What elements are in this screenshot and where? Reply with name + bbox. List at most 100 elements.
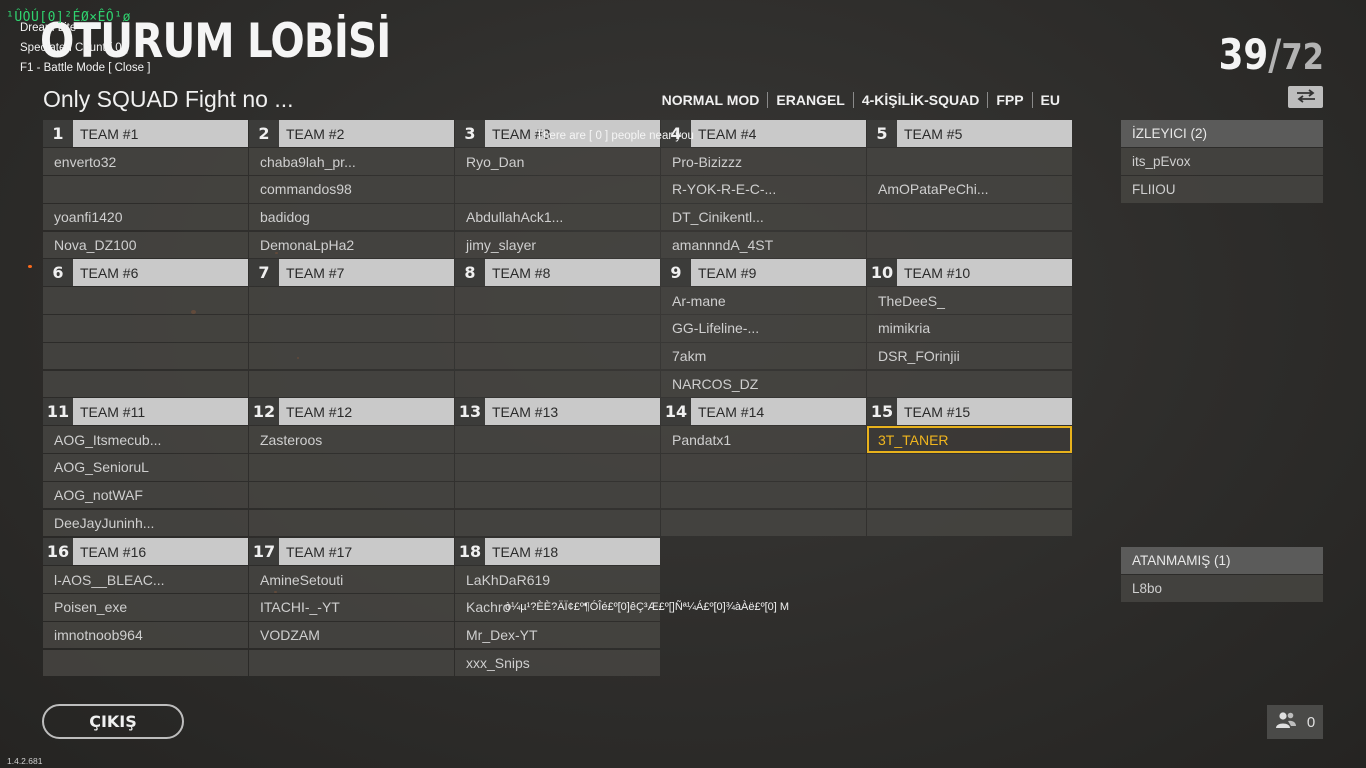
team-header[interactable]: 2 TEAM #2 (249, 120, 454, 147)
player-slot[interactable] (867, 231, 1072, 259)
player-slot[interactable]: AmineSetouti (249, 566, 454, 593)
player-slot[interactable]: DemonaLpHa2 (249, 231, 454, 259)
spectator-row[interactable]: its_pEvox (1121, 148, 1323, 175)
player-slot[interactable] (661, 509, 866, 537)
player-slot[interactable] (249, 454, 454, 481)
team-header[interactable]: 5 TEAM #5 (867, 120, 1072, 147)
team-header[interactable]: 7 TEAM #7 (249, 259, 454, 286)
team-header[interactable]: 8 TEAM #8 (455, 259, 660, 286)
player-slot[interactable]: Ryo_Dan (455, 148, 660, 175)
player-slot[interactable]: AbdullahAck1... (455, 203, 660, 231)
player-slot[interactable]: AOG_Itsmecub... (43, 426, 248, 453)
team-header[interactable]: 12 TEAM #12 (249, 398, 454, 425)
player-slot[interactable]: Pandatx1 (661, 426, 866, 453)
player-slot[interactable] (43, 370, 248, 398)
player-slot[interactable] (455, 370, 660, 398)
player-slot[interactable] (867, 148, 1072, 175)
player-slot[interactable] (43, 342, 248, 370)
player-slot[interactable]: 7akm (661, 342, 866, 370)
player-slot[interactable]: AOG_notWAF (43, 481, 248, 509)
team-header[interactable]: 1 TEAM #1 (43, 120, 248, 147)
team-header[interactable]: 18 TEAM #18 (455, 538, 660, 565)
team-header[interactable]: 9 TEAM #9 (661, 259, 866, 286)
player-slot[interactable] (455, 509, 660, 537)
player-slot[interactable]: GG-Lifeline-... (661, 315, 866, 342)
player-slot[interactable]: chaba9lah_pr... (249, 148, 454, 175)
player-slot[interactable]: jimy_slayer (455, 231, 660, 259)
player-slot[interactable]: Poisen_exe (43, 594, 248, 621)
player-slot[interactable]: NARCOS_DZ (661, 370, 866, 398)
team-header[interactable]: 16 TEAM #16 (43, 538, 248, 565)
player-slot[interactable]: VODZAM (249, 621, 454, 649)
player-slot[interactable]: Mr_Dex-YT (455, 621, 660, 649)
player-slot[interactable] (249, 649, 454, 677)
player-slot[interactable]: AOG_SenioruL (43, 454, 248, 481)
player-slot[interactable] (249, 509, 454, 537)
player-count-current: 39 (1218, 30, 1269, 79)
friends-button[interactable]: 0 (1267, 705, 1323, 739)
player-slot[interactable]: DeeJayJuninh... (43, 509, 248, 537)
player-slot[interactable]: mimikria (867, 315, 1072, 342)
player-slot[interactable] (455, 287, 660, 314)
team-header[interactable]: 6 TEAM #6 (43, 259, 248, 286)
team-card: 16 TEAM #16 l-AOS__BLEAC... Poisen_exe imnot… (43, 538, 248, 677)
team-header[interactable]: 11 TEAM #11 (43, 398, 248, 425)
team-header[interactable]: 17 TEAM #17 (249, 538, 454, 565)
player-slot[interactable]: yoanfi1420 (43, 203, 248, 231)
team-header[interactable]: 13 TEAM #13 (455, 398, 660, 425)
player-slot[interactable] (867, 454, 1072, 481)
player-slot[interactable] (249, 342, 454, 370)
player-slot[interactable]: 3T_TANER (867, 426, 1072, 453)
player-slot[interactable]: amannndA_4ST (661, 231, 866, 259)
player-slot[interactable] (43, 287, 248, 314)
player-slot[interactable] (867, 203, 1072, 231)
player-slot[interactable] (455, 342, 660, 370)
player-slot[interactable]: commandos98 (249, 176, 454, 203)
player-slot[interactable] (455, 176, 660, 203)
team-header[interactable]: 15 TEAM #15 (867, 398, 1072, 425)
team-card: 10 TEAM #10 TheDeeS_ mimikria DSR_FOrinjii (867, 259, 1072, 398)
player-slot[interactable] (455, 454, 660, 481)
player-slot[interactable] (455, 315, 660, 342)
player-slot[interactable]: Ar-mane (661, 287, 866, 314)
player-slot[interactable] (455, 481, 660, 509)
player-slot[interactable]: ITACHI-_-YT (249, 594, 454, 621)
match-settings: NORMAL MOD ERANGEL 4-KİŞİLİK-SQUAD FPP E… (654, 92, 1068, 108)
player-slot[interactable] (661, 481, 866, 509)
player-slot[interactable]: DSR_FOrinjii (867, 342, 1072, 370)
player-slot[interactable]: Pro-Bizizzz (661, 148, 866, 175)
player-slot[interactable] (455, 426, 660, 453)
player-slot[interactable]: imnotnoob964 (43, 621, 248, 649)
player-slot[interactable]: l-AOS__BLEAC... (43, 566, 248, 593)
player-slot[interactable] (867, 509, 1072, 537)
unassigned-row[interactable]: L8bo (1121, 575, 1323, 602)
player-slot[interactable]: badidog (249, 203, 454, 231)
team-name: TEAM #9 (698, 264, 757, 281)
player-slot[interactable]: AmOPataPeChi... (867, 176, 1072, 203)
player-slot[interactable]: Zasteroos (249, 426, 454, 453)
player-slot[interactable] (43, 315, 248, 342)
player-slot[interactable] (43, 649, 248, 677)
player-slot[interactable] (249, 370, 454, 398)
player-slot[interactable]: enverto32 (43, 148, 248, 175)
player-slot[interactable]: LaKhDaR619 (455, 566, 660, 593)
player-slot[interactable]: xxx_Snips (455, 649, 660, 677)
team-card: 13 TEAM #13 (455, 398, 660, 537)
player-slot[interactable]: DT_Cinikentl... (661, 203, 866, 231)
team-number: 2 (249, 120, 279, 147)
swap-button[interactable] (1288, 86, 1323, 108)
player-slot[interactable]: R-YOK-R-E-C-... (661, 176, 866, 203)
team-header[interactable]: 10 TEAM #10 (867, 259, 1072, 286)
spectator-row[interactable]: FLIIOU (1121, 176, 1323, 203)
team-header[interactable]: 14 TEAM #14 (661, 398, 866, 425)
player-slot[interactable] (249, 315, 454, 342)
player-slot[interactable] (867, 370, 1072, 398)
player-slot[interactable]: Nova_DZ100 (43, 231, 248, 259)
player-slot[interactable] (249, 287, 454, 314)
player-slot[interactable] (249, 481, 454, 509)
exit-button[interactable]: ÇIKIŞ (42, 704, 184, 739)
player-slot[interactable] (661, 454, 866, 481)
player-slot[interactable]: TheDeeS_ (867, 287, 1072, 314)
player-slot[interactable] (43, 176, 248, 203)
player-slot[interactable] (867, 481, 1072, 509)
